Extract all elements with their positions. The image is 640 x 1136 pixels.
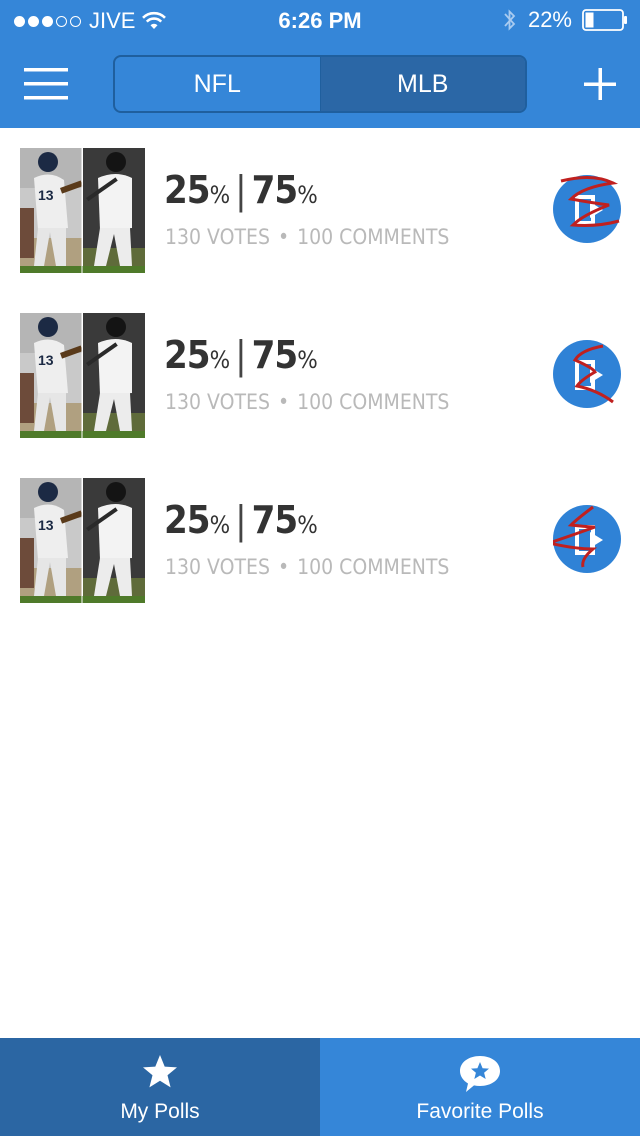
svg-text:13: 13 xyxy=(38,517,54,533)
poll-row[interactable]: 13 25% | 75% 130 VOTES • 100 COMMENTS xyxy=(0,128,640,293)
battery-percent: 22% xyxy=(527,7,572,32)
poll-meta: 130 VOTES • 100 COMMENTS xyxy=(165,225,449,249)
poll-thumbnail[interactable]: 13 xyxy=(20,478,145,603)
baseball-players-image: 13 xyxy=(20,148,145,273)
poll-meta: 130 VOTES • 100 COMMENTS xyxy=(165,390,449,414)
meta-separator: • xyxy=(277,390,290,414)
share-button[interactable] xyxy=(553,340,621,408)
percent-sign: % xyxy=(209,346,231,374)
share-button[interactable] xyxy=(553,175,621,243)
left-percent: 25 xyxy=(164,498,211,542)
status-bar: JIVE 6:26 PM 22% xyxy=(0,0,640,40)
share-button[interactable] xyxy=(553,505,621,573)
poll-percentages: 25% | 75% xyxy=(164,498,318,542)
share-icon xyxy=(560,176,620,227)
percent-sign: % xyxy=(297,511,318,539)
left-percent: 25 xyxy=(164,168,211,212)
tab-my-polls[interactable]: My Polls xyxy=(0,1038,320,1136)
poll-thumbnail[interactable]: 13 xyxy=(20,313,145,438)
tab-favorite-polls[interactable]: Favorite Polls xyxy=(320,1038,640,1136)
percent-divider: | xyxy=(235,498,246,542)
nav-bar: NFL MLB xyxy=(0,40,640,128)
right-percent: 75 xyxy=(251,333,299,377)
meta-separator: • xyxy=(277,225,290,249)
comment-count: 100 COMMENTS xyxy=(297,555,450,579)
right-percent: 75 xyxy=(251,168,299,212)
add-poll-icon[interactable] xyxy=(583,67,617,101)
comment-count: 100 COMMENTS xyxy=(297,390,450,414)
percent-sign: % xyxy=(209,511,231,539)
battery-icon xyxy=(582,9,627,31)
right-percent: 75 xyxy=(251,498,299,542)
comment-count: 100 COMMENTS xyxy=(297,225,450,249)
poll-percentages: 25% | 75% xyxy=(164,168,318,212)
segment-nfl[interactable]: NFL xyxy=(115,57,320,111)
percent-sign: % xyxy=(209,181,231,209)
chat-star-icon xyxy=(460,1056,500,1092)
share-icon xyxy=(553,505,603,568)
poll-meta: 130 VOTES • 100 COMMENTS xyxy=(165,555,449,579)
status-right: 22% xyxy=(502,7,628,33)
vote-count: 130 VOTES xyxy=(165,390,270,414)
baseball-players-image: 13 xyxy=(20,478,145,603)
svg-text:13: 13 xyxy=(38,187,54,203)
vote-count: 130 VOTES xyxy=(165,555,270,579)
poll-thumbnail[interactable]: 13 xyxy=(20,148,145,273)
share-icon xyxy=(572,344,614,404)
tab-bar: My Polls Favorite Polls xyxy=(0,1038,640,1136)
bluetooth-icon xyxy=(504,9,516,31)
poll-list: 13 25% | 75% 130 VOTES • 100 COMMENTS 13… xyxy=(0,128,640,623)
vote-count: 130 VOTES xyxy=(165,225,270,249)
league-segmented-control: NFL MLB xyxy=(113,55,527,113)
percent-divider: | xyxy=(235,168,246,212)
poll-percentages: 25% | 75% xyxy=(164,333,318,377)
poll-row[interactable]: 13 25% | 75% 130 VOTES • 100 COMMENTS xyxy=(0,458,640,623)
header: JIVE 6:26 PM 22% NFL MLB xyxy=(0,0,640,128)
baseball-players-image: 13 xyxy=(20,313,145,438)
svg-text:13: 13 xyxy=(38,352,54,368)
poll-row[interactable]: 13 25% | 75% 130 VOTES • 100 COMMENTS xyxy=(0,293,640,458)
segment-mlb[interactable]: MLB xyxy=(319,57,525,111)
tab-label: My Polls xyxy=(120,1100,200,1123)
hamburger-menu-icon[interactable] xyxy=(24,68,68,100)
percent-sign: % xyxy=(297,181,318,209)
meta-separator: • xyxy=(277,555,290,579)
percent-divider: | xyxy=(235,333,246,377)
percent-sign: % xyxy=(297,346,318,374)
star-icon xyxy=(143,1055,177,1088)
left-percent: 25 xyxy=(164,333,211,377)
tab-label: Favorite Polls xyxy=(416,1100,544,1123)
